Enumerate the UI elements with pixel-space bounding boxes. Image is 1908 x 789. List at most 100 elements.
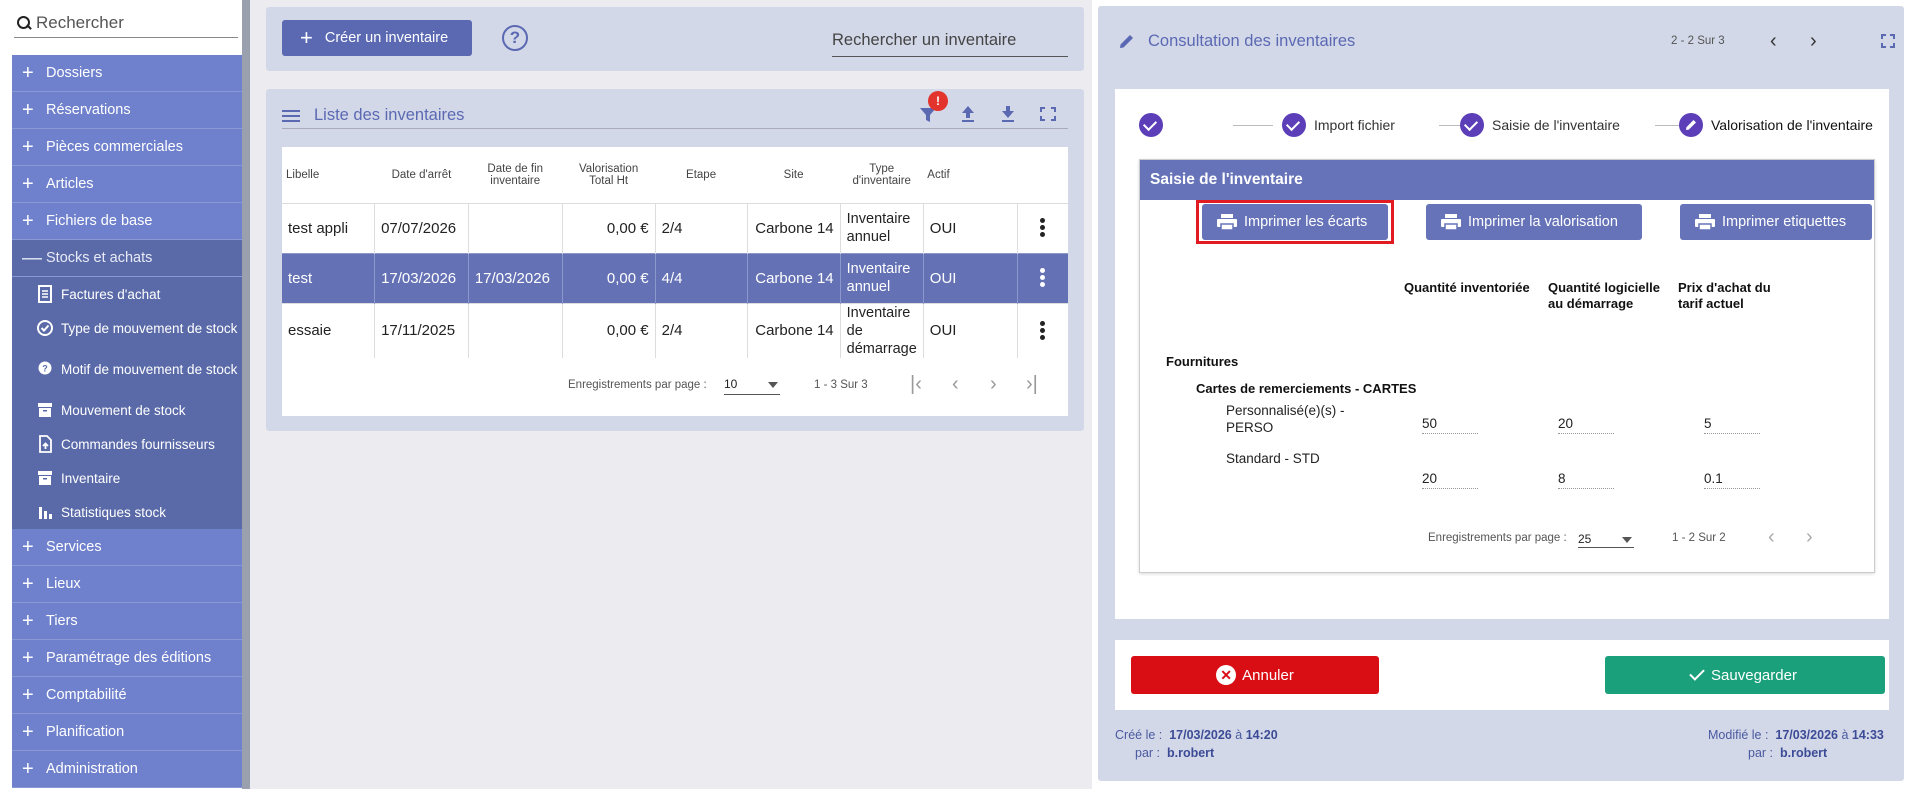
sidebar: Rechercher + Dossiers + Réservations + Pièc… — [0, 0, 246, 789]
more-vert-icon — [1040, 218, 1046, 238]
col-valorisation[interactable]: Valorisation Total Ht — [562, 147, 655, 203]
cell-date-fin — [468, 202, 563, 253]
qty-inventoried-input[interactable]: 50 — [1422, 416, 1478, 434]
search-icon — [14, 13, 34, 33]
plus-icon: + — [22, 573, 34, 595]
sidebar-item-label: Paramétrage des éditions — [46, 650, 212, 666]
sidebar-item-fichiers-de-base[interactable]: + Fichiers de base — [12, 203, 242, 240]
list-title: Liste des inventaires — [314, 106, 465, 124]
sidebar-item-tiers[interactable]: + Tiers — [12, 603, 242, 640]
print-valuation-button[interactable]: Imprimer la valorisation — [1426, 204, 1642, 240]
row-menu-button[interactable] — [1017, 302, 1068, 358]
prev-page-icon[interactable]: ‹ — [952, 373, 959, 396]
created-time: 14:20 — [1245, 728, 1278, 742]
next-record-icon[interactable]: › — [1810, 30, 1817, 53]
inventory-search-input[interactable]: Rechercher un inventaire — [832, 21, 1068, 57]
sidebar-subitem-motif-mouvement[interactable]: ? Motif de mouvement de stock — [12, 345, 242, 393]
sidebar-item-reservations[interactable]: + Réservations — [12, 92, 242, 129]
row-menu-button[interactable] — [1017, 202, 1068, 253]
prev-record-icon[interactable]: ‹ — [1770, 30, 1777, 53]
sidebar-item-articles[interactable]: + Articles — [12, 166, 242, 203]
help-icon[interactable]: ? — [502, 25, 528, 51]
list-header: Liste des inventaires ! — [282, 91, 1068, 129]
subgroup-label: Cartes de remerciements - CARTES — [1196, 381, 1417, 396]
sidebar-subitem-factures-achat[interactable]: Factures d'achat — [12, 277, 242, 311]
col-purchase-price: Prix d'achat du tarif actuel — [1678, 280, 1771, 311]
actions-bar: ✕ Annuler Sauvegarder — [1115, 640, 1889, 710]
more-vert-icon — [1040, 320, 1046, 341]
col-actif[interactable]: Actif — [923, 147, 1017, 203]
step-divider — [1233, 125, 1273, 126]
prev-page-icon[interactable]: ‹ — [1768, 526, 1775, 549]
qty-inventoried-input[interactable]: 20 — [1422, 471, 1478, 489]
step-valorisation-label: Valorisation de l'inventaire — [1711, 117, 1873, 133]
per-page-select[interactable]: 10 — [724, 373, 780, 395]
sidebar-item-label: Administration — [46, 761, 138, 777]
cell-site: Carbone 14 — [747, 252, 841, 303]
check-icon — [1689, 665, 1705, 681]
next-page-icon[interactable]: › — [1806, 526, 1813, 549]
sidebar-item-stocks-et-achats[interactable]: — Stocks et achats — [12, 240, 242, 277]
sidebar-item-planification[interactable]: + Planification — [12, 714, 242, 751]
sidebar-subitem-inventaire[interactable]: Inventaire — [12, 461, 242, 495]
save-button[interactable]: Sauvegarder — [1605, 656, 1885, 694]
col-libelle[interactable]: Libelle — [282, 147, 375, 203]
cell-valorisation: 0,00 € — [562, 202, 656, 253]
sidebar-subitem-statistiques-stock[interactable]: Statistiques stock — [12, 495, 242, 529]
sidebar-search-input[interactable]: Rechercher — [36, 13, 124, 33]
step-active-icon — [1679, 113, 1703, 137]
table-row-selected[interactable]: test 17/03/2026 17/03/2026 0,00 € 4/4 Ca… — [282, 252, 1068, 303]
caret-down-icon — [1622, 537, 1632, 543]
download-icon[interactable] — [998, 103, 1018, 125]
col-date-arret[interactable]: Date d'arrêt — [375, 147, 469, 203]
table-row[interactable]: essaie 17/11/2025 0,00 € 2/4 Carbone 14 … — [282, 302, 1068, 358]
fullscreen-icon[interactable] — [1038, 103, 1058, 125]
sidebar-resize-handle[interactable] — [242, 0, 250, 789]
col-site[interactable]: Site — [747, 147, 840, 203]
plus-icon: + — [300, 25, 313, 50]
cancel-button[interactable]: ✕ Annuler — [1131, 656, 1379, 694]
create-inventory-button[interactable]: + Créer un inventaire — [282, 20, 472, 56]
sidebar-item-comptabilite[interactable]: + Comptabilité — [12, 677, 242, 714]
edit-icon — [1118, 32, 1136, 50]
detail-header: Consultation des inventaires — [1118, 28, 1896, 54]
per-page-select[interactable]: 25 — [1578, 526, 1634, 548]
sidebar-item-lieux[interactable]: + Lieux — [12, 566, 242, 603]
filter-icon[interactable]: ! — [918, 91, 948, 125]
sidebar-subitem-mouvement-stock[interactable]: Mouvement de stock — [12, 393, 242, 427]
col-etape[interactable]: Etape — [655, 147, 747, 203]
last-page-icon[interactable]: ›| — [1026, 373, 1038, 396]
sidebar-item-parametrage-editions[interactable]: + Paramétrage des éditions — [12, 640, 242, 677]
sidebar-item-label: Comptabilité — [46, 687, 127, 703]
sidebar-search[interactable]: Rechercher — [14, 8, 238, 38]
sidebar-item-services[interactable]: + Services — [12, 529, 242, 566]
col-date-fin[interactable]: Date de fin inventaire — [468, 147, 562, 203]
fullscreen-icon[interactable] — [1880, 32, 1896, 55]
row-menu-button[interactable] — [1017, 252, 1068, 303]
price-value: 0.1 — [1704, 471, 1760, 489]
cell-type: Inventaire de démarrage — [840, 302, 924, 358]
first-page-icon[interactable]: |‹ — [910, 373, 922, 396]
plus-icon: + — [22, 136, 34, 158]
sidebar-item-administration[interactable]: + Administration — [12, 751, 242, 788]
printer-icon — [1694, 213, 1716, 231]
sidebar-subitem-type-mouvement[interactable]: Type de mouvement de stock — [12, 311, 242, 345]
sidebar-item-pieces-commerciales[interactable]: + Pièces commerciales — [12, 129, 242, 166]
sidebar-subitem-commandes-fournisseurs[interactable]: Commandes fournisseurs — [12, 427, 242, 461]
sidebar-item-dossiers[interactable]: + Dossiers — [12, 55, 242, 92]
sidebar-subitem-label: Mouvement de stock — [61, 402, 186, 418]
cell-actif: OUI — [923, 302, 1018, 358]
table-header-row: Libelle Date d'arrêt Date de fin inventa… — [282, 147, 1068, 203]
upload-icon[interactable] — [958, 103, 978, 125]
print-labels-button[interactable]: Imprimer etiquettes — [1680, 204, 1872, 240]
next-page-icon[interactable]: › — [990, 373, 997, 396]
sidebar-menu: + Dossiers + Réservations + Pièces commerci… — [12, 55, 242, 788]
close-circle-icon: ✕ — [1216, 665, 1237, 685]
table-row[interactable]: test appli 07/07/2026 0,00 € 2/4 Carbone… — [282, 202, 1068, 253]
sidebar-item-label: Pièces commerciales — [46, 139, 183, 155]
sidebar-item-label: Planification — [46, 724, 125, 740]
col-type[interactable]: Type d'inventaire — [840, 147, 923, 203]
sidebar-subitem-label: Commandes fournisseurs — [61, 436, 215, 452]
sidebar-submenu: Factures d'achat Type de mouvement de st… — [12, 277, 242, 529]
sidebar-item-label: Réservations — [46, 102, 131, 118]
